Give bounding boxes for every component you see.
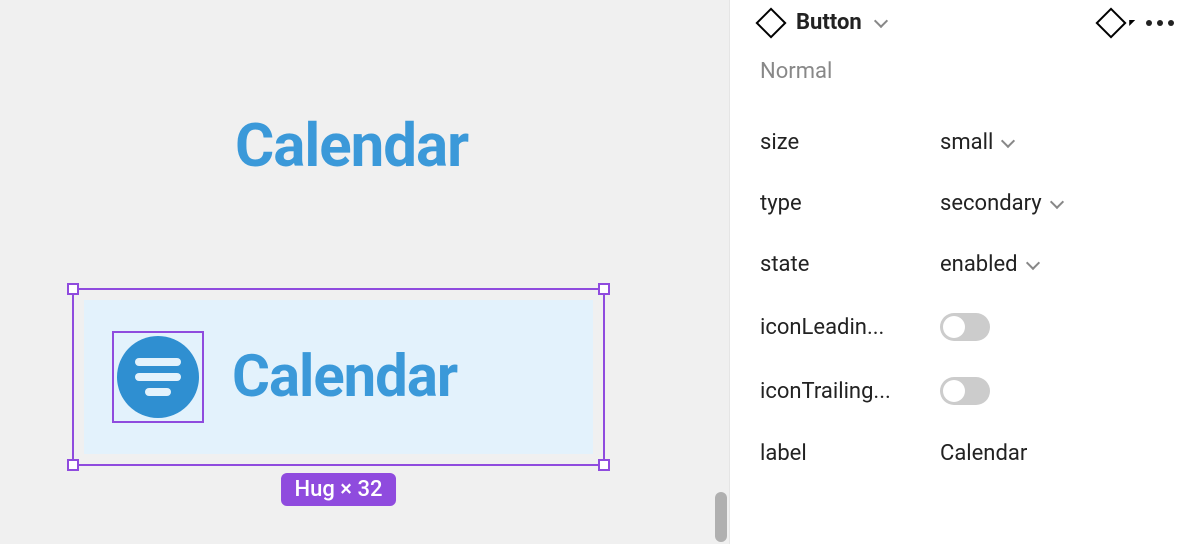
prop-row-type: type secondary — [760, 173, 1174, 234]
toggle-icon-leading[interactable] — [940, 313, 990, 341]
variant-state-label: Normal — [760, 59, 1174, 84]
prop-name: iconTrailing... — [760, 379, 940, 404]
prop-value-dropdown[interactable]: enabled — [940, 252, 1038, 277]
canvas-scrollbar[interactable] — [715, 492, 727, 542]
chevron-down-icon — [1025, 256, 1039, 270]
resize-handle-top-left[interactable] — [67, 283, 79, 295]
prop-value-text-input[interactable]: Calendar — [940, 441, 1027, 466]
prop-name: iconLeadin... — [760, 315, 940, 340]
chevron-down-icon — [874, 14, 888, 28]
prop-name: label — [760, 441, 940, 466]
prop-row-icon-trailing: iconTrailing... — [760, 359, 1174, 423]
resize-handle-bottom-left[interactable] — [67, 459, 79, 471]
button-label-text: Calendar — [232, 343, 457, 411]
more-options-button[interactable] — [1146, 20, 1174, 26]
prop-row-size: size small — [760, 112, 1174, 173]
prop-row-label: label Calendar — [760, 423, 1174, 484]
prop-value-dropdown[interactable]: small — [940, 130, 1013, 155]
resize-handle-top-right[interactable] — [598, 283, 610, 295]
design-canvas[interactable]: Calendar Calendar Hug × 32 — [0, 0, 729, 544]
nested-icon-selection[interactable] — [112, 331, 204, 423]
selection-frame[interactable]: Calendar Hug × 32 — [72, 288, 605, 466]
prop-value-dropdown[interactable]: secondary — [940, 191, 1062, 216]
share-diamond-icon — [1095, 7, 1126, 38]
chevron-down-icon — [1001, 134, 1015, 148]
selection-size-tag: Hug × 32 — [281, 473, 397, 506]
prop-row-state: state enabled — [760, 234, 1174, 295]
go-to-main-component-button[interactable] — [1100, 12, 1122, 34]
button-component-instance[interactable]: Calendar — [84, 300, 593, 454]
inspector-header: Button — [760, 10, 1174, 59]
chevron-down-icon — [1050, 195, 1064, 209]
heading-text-layer[interactable]: Calendar — [235, 110, 468, 181]
resize-handle-bottom-right[interactable] — [598, 459, 610, 471]
prop-row-icon-leading: iconLeadin... — [760, 295, 1174, 359]
prop-name: type — [760, 191, 940, 216]
leading-icon — [117, 336, 199, 418]
component-title: Button — [796, 10, 862, 35]
component-diamond-icon — [755, 7, 786, 38]
prop-name: state — [760, 252, 940, 277]
prop-name: size — [760, 130, 940, 155]
inspector-panel: Button Normal size small type secondary — [729, 0, 1204, 544]
toggle-icon-trailing[interactable] — [940, 377, 990, 405]
component-name-dropdown[interactable]: Button — [760, 10, 886, 35]
